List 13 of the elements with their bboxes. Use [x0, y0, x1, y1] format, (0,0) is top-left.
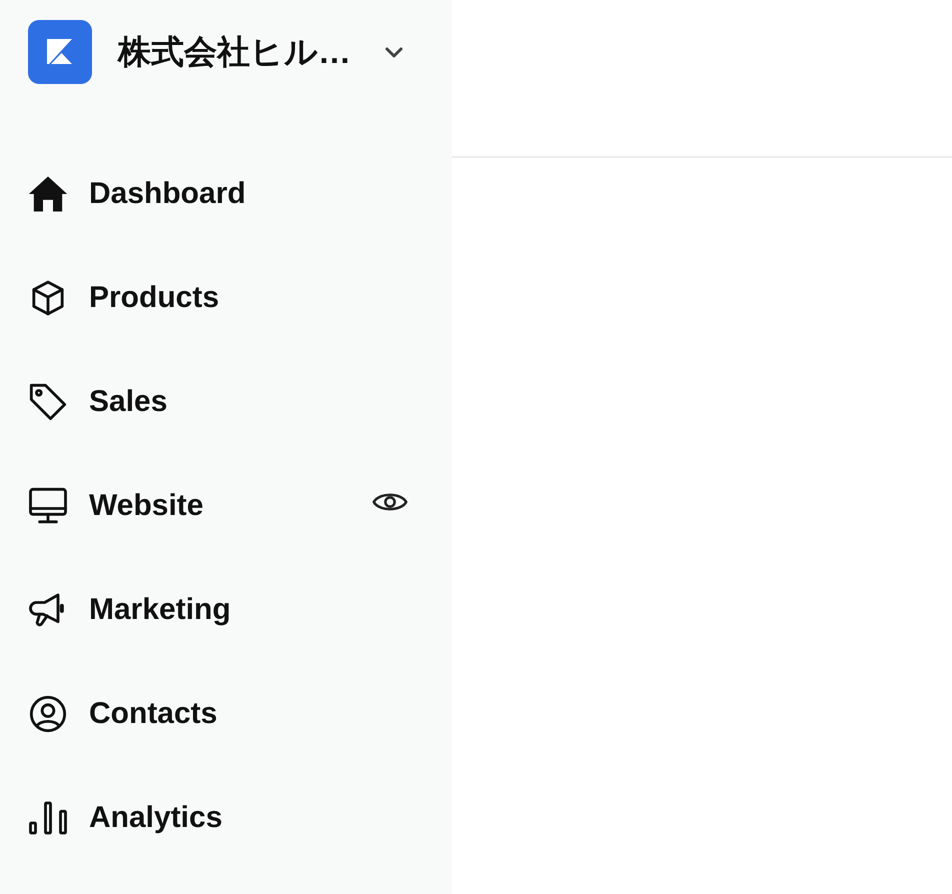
monitor-icon — [28, 486, 68, 526]
nav-item[interactable]: Sales — [0, 350, 452, 454]
tag-icon — [28, 382, 68, 422]
nav-item[interactable]: Products — [0, 246, 452, 350]
logo-icon — [28, 20, 92, 84]
nav-item[interactable]: Contacts — [0, 662, 452, 766]
user-circle-icon — [28, 694, 68, 734]
home-icon — [28, 174, 68, 214]
nav-item[interactable]: Analytics — [0, 766, 452, 870]
company-switcher[interactable]: 株式会社ヒル… — [118, 27, 403, 77]
nav-item[interactable]: Website — [0, 454, 452, 558]
nav-item[interactable]: Marketing — [0, 558, 452, 662]
nav-item[interactable]: Dashboard — [0, 142, 452, 246]
